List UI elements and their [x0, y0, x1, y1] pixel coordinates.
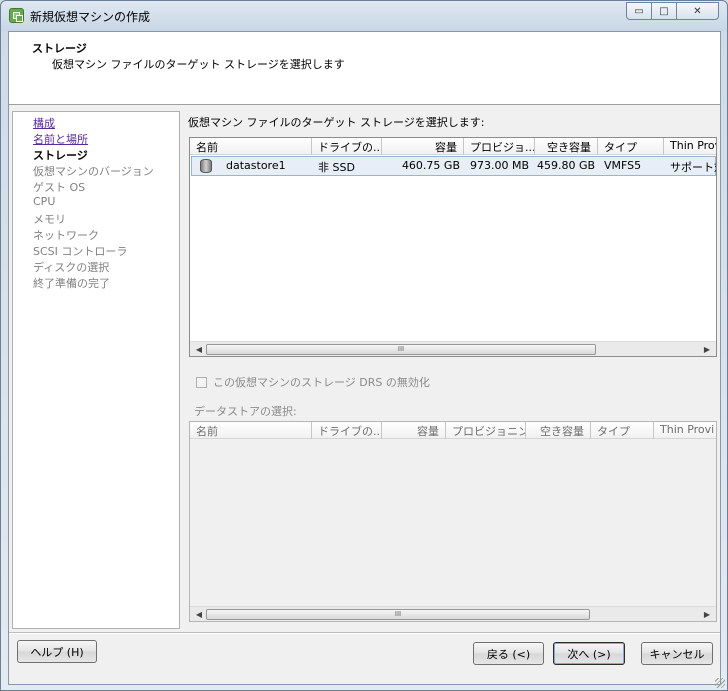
maximize-button[interactable]: □ — [651, 2, 677, 20]
cell-type: VMFS5 — [604, 159, 642, 172]
column-header-provisioned: プロビジョニン... — [446, 422, 526, 439]
nav-item-network: ネットワーク — [33, 229, 99, 242]
title-bar[interactable]: 新規仮想マシンの作成 ▭ □ ✕ — [1, 1, 727, 31]
scroll-right-icon: ▶ — [703, 610, 711, 619]
step-description: 仮想マシン ファイルのターゲット ストレージを選択します — [52, 58, 345, 71]
wizard-step-nav: 構成 名前と場所 ストレージ 仮想マシンのバージョン ゲスト OS CPU メモ… — [12, 111, 180, 629]
vsphere-app-icon — [9, 8, 24, 23]
column-header-capacity[interactable]: 容量 — [382, 138, 464, 155]
drs-disable-label: この仮想マシンのストレージ DRS の無効化 — [213, 376, 430, 389]
wizard-header: ストレージ 仮想マシン ファイルのターゲット ストレージを選択します — [9, 32, 720, 105]
nav-item-ready-to-complete: 終了準備の完了 — [33, 277, 110, 290]
column-header-provisioned[interactable]: プロビジョ... — [464, 138, 535, 155]
scroll-left-icon[interactable]: ◀ — [192, 343, 206, 356]
footer-divider — [9, 632, 720, 634]
datastore-table-header: 名前 ドライブの... 容量 プロビジョ... 空き容量 タイプ Thin Pr… — [190, 138, 716, 155]
cell-name: datastore1 — [226, 159, 286, 172]
column-header-type[interactable]: タイプ — [598, 138, 664, 155]
nav-item-name-location[interactable]: 名前と場所 — [33, 131, 88, 147]
new-vm-wizard-window: 新規仮想マシンの作成 ▭ □ ✕ ストレージ 仮想マシン ファイルのターゲット … — [0, 0, 728, 691]
window-title: 新規仮想マシンの作成 — [30, 10, 151, 24]
scroll-right-icon[interactable]: ▶ — [700, 343, 714, 356]
drs-disable-checkbox-row: この仮想マシンのストレージ DRS の無効化 — [196, 374, 430, 390]
cell-provisioned: 973.00 MB — [470, 159, 530, 172]
back-button[interactable]: 戻る (<) — [473, 642, 544, 665]
select-datastore-table: 名前 ドライブの... 容量 プロビジョニン... 空き容量 タイプ Thin … — [189, 421, 717, 622]
resize-grip[interactable] — [715, 678, 725, 688]
nav-item-memory: メモリ — [33, 213, 66, 226]
table-row[interactable]: datastore1 非 SSD 460.75 GB 973.00 MB 459… — [191, 156, 716, 176]
column-header-free: 空き容量 — [526, 422, 591, 439]
scroll-thumb: III — [206, 609, 590, 620]
column-header-thin: Thin Provi — [660, 423, 715, 436]
datastore-icon — [200, 159, 212, 173]
column-header-free[interactable]: 空き容量 — [535, 138, 598, 155]
help-button[interactable]: ヘルプ (H) — [17, 640, 97, 663]
column-header-name[interactable]: 名前 — [190, 138, 312, 155]
column-header-capacity: 容量 — [382, 422, 446, 439]
window-controls: ▭ □ ✕ — [626, 2, 719, 21]
nav-item-cpu: CPU — [33, 195, 56, 208]
nav-item-select-disk: ディスクの選択 — [33, 261, 110, 274]
select-datastore-label: データストアの選択: — [194, 405, 297, 418]
nav-item-guest-os: ゲスト OS — [33, 181, 86, 194]
datastore-table-hscrollbar[interactable]: ◀ III ▶ — [190, 341, 716, 356]
column-header-type: タイプ — [591, 422, 654, 439]
wizard-client-area: ストレージ 仮想マシン ファイルのターゲット ストレージを選択します 構成 名前… — [8, 31, 721, 685]
cancel-button[interactable]: キャンセル — [641, 642, 713, 665]
storage-prompt: 仮想マシン ファイルのターゲット ストレージを選択します: — [188, 116, 485, 129]
scroll-thumb[interactable]: III — [206, 344, 596, 355]
nav-item-scsi-controller: SCSI コントローラ — [33, 245, 128, 258]
column-header-name: 名前 — [190, 422, 312, 439]
column-header-thin[interactable]: Thin Prov — [664, 138, 716, 155]
maximize-icon: □ — [659, 5, 669, 17]
minimize-button[interactable]: ▭ — [626, 2, 652, 20]
cell-free: 459.80 GB — [537, 159, 595, 172]
close-button[interactable]: ✕ — [676, 2, 719, 20]
step-title: ストレージ — [32, 42, 87, 55]
drs-disable-checkbox[interactable] — [196, 377, 207, 388]
cell-thin-provisioning: サポート対 — [670, 161, 716, 174]
column-header-drive[interactable]: ドライブの... — [312, 138, 382, 155]
scroll-left-icon: ◀ — [195, 610, 203, 619]
close-icon: ✕ — [693, 5, 702, 17]
next-button[interactable]: 次へ (>) — [553, 642, 625, 665]
nav-item-storage: ストレージ — [33, 149, 88, 162]
column-header-drive: ドライブの... — [312, 422, 382, 439]
datastore-table: 名前 ドライブの... 容量 プロビジョ... 空き容量 タイプ Thin Pr… — [189, 137, 717, 357]
minimize-icon: ▭ — [634, 5, 644, 17]
nav-item-vm-version: 仮想マシンのバージョン — [33, 165, 154, 178]
cell-capacity: 460.75 GB — [401, 159, 460, 172]
nav-item-config[interactable]: 構成 — [33, 115, 55, 131]
cell-drive: 非 SSD — [318, 161, 355, 174]
select-table-hscrollbar: ◀ III ▶ — [190, 606, 716, 621]
select-table-header: 名前 ドライブの... 容量 プロビジョニン... 空き容量 タイプ Thin … — [190, 422, 716, 439]
